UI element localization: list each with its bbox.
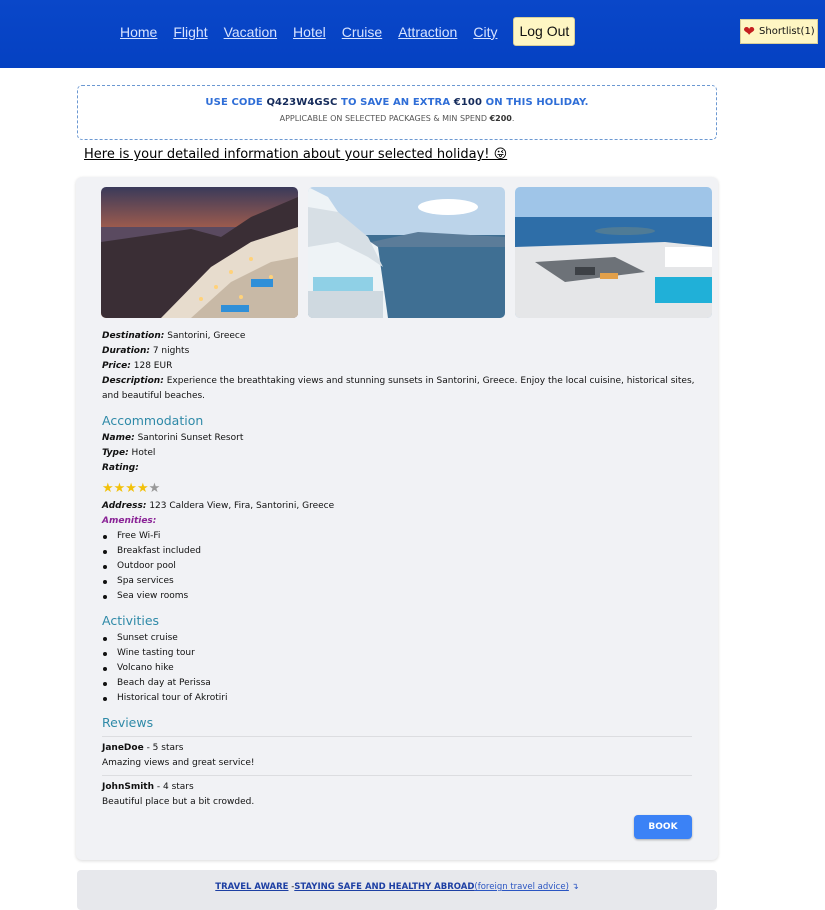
nav-city[interactable]: City [473,18,497,46]
hotel-type-row: Type: Hotel [102,446,702,461]
review-item: JaneDoe - 5 stars Amazing views and grea… [102,736,692,775]
promo-code: Q423W4GSC [266,97,338,108]
heart-icon: ❤ [743,23,756,40]
amenities-label: Amenities: [102,516,157,526]
hotel-name-row: Name: Santorini Sunset Resort [102,431,702,446]
photo-terrace-pool[interactable] [515,187,712,318]
list-item: Outdoor pool [102,559,702,574]
destination-row: Destination: Santorini, Greece [102,329,702,344]
review-stars: - 4 stars [154,782,194,792]
promo-prefix: USE CODE [205,97,263,108]
promo-headline: USE CODE Q423W4GSC TO SAVE AN EXTRA €100… [78,97,716,108]
list-item: Breakfast included [102,544,702,559]
photo-sunset-village[interactable] [101,187,298,318]
list-item: Wine tasting tour [102,646,702,661]
address-row: Address: 123 Caldera View, Fira, Santori… [102,499,702,514]
review-stars: - 5 stars [143,743,184,753]
hotel-name-value: Santorini Sunset Resort [137,433,244,443]
accommodation-heading: Accommodation [102,413,204,428]
shortlist-label: Shortlist(1) [759,26,815,37]
review-user: JaneDoe [102,743,144,753]
list-item: Free Wi-Fi [102,529,702,544]
activities-heading: Activities [102,613,160,628]
description-row: Description: Experience the breathtaking… [102,374,702,404]
star-icon-half: ★ [148,481,161,496]
price-label: Price: [102,361,131,371]
reviews-heading: Reviews [102,715,154,730]
travel-aware-footer: TRAVEL AWARE -STAYING SAFE AND HEALTHY A… [77,870,717,910]
promo-middle: TO SAVE AN EXTRA [341,97,451,108]
review-text: Amazing views and great service! [102,758,255,768]
page-intro: Here is your detailed information about … [84,147,508,162]
destination-value: Santorini, Greece [167,331,246,341]
review-text: Beautiful place but a bit crowded. [102,797,255,807]
external-link-icon: ↴ [571,882,579,892]
hotel-type-label: Type: [102,448,129,458]
holiday-details: Destination: Santorini, Greece Duration:… [102,329,702,814]
promo-sub-amount: €200 [489,114,512,123]
duration-row: Duration: 7 nights [102,344,702,359]
nav-cruise[interactable]: Cruise [342,18,382,46]
hotel-name-label: Name: [102,433,135,443]
nav-attraction[interactable]: Attraction [398,18,457,46]
description-label: Description: [102,376,164,386]
nav-home[interactable]: Home [120,18,157,46]
travel-aware-link[interactable]: TRAVEL AWARE [215,882,288,892]
list-item: Historical tour of Akrotiri [102,691,702,706]
list-item: Volcano hike [102,661,702,676]
list-item: Spa services [102,574,702,589]
duration-value: 7 nights [152,346,190,356]
foreign-travel-advice-link[interactable]: (foreign travel advice) [474,882,568,892]
list-item: Sunset cruise [102,631,702,646]
shortlist-button[interactable]: ❤ Shortlist(1) [740,19,818,44]
book-button[interactable]: BOOK [634,815,692,839]
amenities-list: Free Wi-Fi Breakfast included Outdoor po… [102,529,702,604]
nav-vacation[interactable]: Vacation [224,18,277,46]
staying-safe-link[interactable]: STAYING SAFE AND HEALTHY ABROAD [294,882,474,892]
main-nav: Home Flight Vacation Hotel Cruise Attrac… [120,17,576,46]
holiday-details-card: Destination: Santorini, Greece Duration:… [76,177,718,860]
list-item: Sea view rooms [102,589,702,604]
hotel-type-value: Hotel [131,448,156,458]
review-user: JohnSmith [102,782,155,792]
rating-label: Rating: [102,463,139,473]
nav-flight[interactable]: Flight [173,18,207,46]
rating-stars: ★★★★★ [102,481,702,497]
promo-banner: USE CODE Q423W4GSC TO SAVE AN EXTRA €100… [77,85,717,140]
description-value: Experience the breathtaking views and st… [102,376,695,401]
address-value: 123 Caldera View, Fira, Santorini, Greec… [149,501,335,511]
promo-subline: APPLICABLE ON SELECTED PACKAGES & MIN SP… [78,114,716,123]
promo-sub-prefix: APPLICABLE ON SELECTED PACKAGES & MIN SP… [279,114,488,123]
top-nav-bar: Home Flight Vacation Hotel Cruise Attrac… [0,0,825,68]
review-item: JohnSmith - 4 stars Beautiful place but … [102,775,692,814]
logout-button[interactable]: Log Out [513,17,576,46]
promo-suffix: ON THIS HOLIDAY. [485,97,589,108]
photo-gallery [101,187,722,318]
price-row: Price: 128 EUR [102,359,702,374]
address-label: Address: [102,501,147,511]
promo-sub-suffix: . [511,114,515,123]
star-icon-full: ★★★★ [102,481,149,496]
duration-label: Duration: [102,346,150,356]
destination-label: Destination: [102,331,165,341]
promo-amount: €100 [453,97,482,108]
nav-hotel[interactable]: Hotel [293,18,326,46]
activities-list: Sunset cruise Wine tasting tour Volcano … [102,631,702,706]
photo-caldera-pool[interactable] [308,187,505,318]
list-item: Beach day at Perissa [102,676,702,691]
rating-row: Rating: [102,461,702,476]
price-value: 128 EUR [133,361,173,371]
